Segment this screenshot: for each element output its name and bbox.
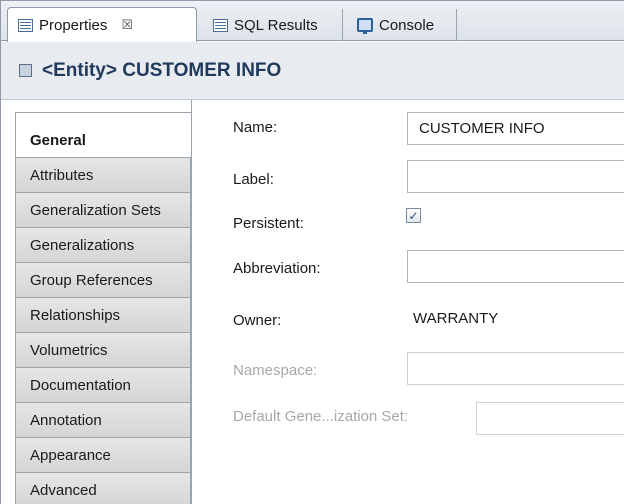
nav-item-generalization-sets[interactable]: Generalization Sets [15, 193, 191, 228]
nav-item-general[interactable]: General [15, 112, 191, 158]
owner-value: WARRANTY [413, 310, 499, 327]
nav-item-group-references[interactable]: Group References [15, 263, 191, 298]
tab-properties-label: Properties [39, 16, 108, 34]
tab-console-label: Console [379, 16, 435, 34]
tab-sql-results[interactable]: SQL Results [203, 9, 343, 41]
nav-item-documentation[interactable]: Documentation [15, 368, 191, 403]
general-properties-form: Name: CUSTOMER INFO Label: Persistent: ✓… [191, 100, 624, 504]
close-tab-icon[interactable]: ☒ [121, 17, 133, 33]
nav-item-appearance[interactable]: Appearance [15, 438, 191, 473]
nav-item-relationships[interactable]: Relationships [15, 298, 191, 333]
default-generalization-set-label: Default Gene...ization Set: [233, 408, 409, 425]
entity-name: CUSTOMER INFO [122, 59, 282, 81]
nav-item-attributes[interactable]: Attributes [15, 158, 191, 193]
name-label: Name: [233, 119, 278, 136]
owner-label: Owner: [233, 312, 282, 329]
nav-item-advanced[interactable]: Advanced [15, 473, 191, 504]
default-generalization-set-field [476, 402, 624, 435]
nav-item-volumetrics[interactable]: Volumetrics [15, 333, 191, 368]
tab-sql-results-label: SQL Results [234, 16, 318, 34]
entity-icon [19, 64, 32, 77]
name-field[interactable]: CUSTOMER INFO [407, 112, 624, 145]
persistent-label: Persistent: [233, 215, 304, 232]
tab-console[interactable]: Console [347, 9, 457, 41]
entity-title-bar: <Entity> CUSTOMER INFO [1, 42, 624, 100]
properties-view: Properties ☒ SQL Results Console <Entity… [0, 0, 624, 504]
nav-item-generalizations[interactable]: Generalizations [15, 228, 191, 263]
page-title: <Entity> CUSTOMER INFO [42, 60, 281, 82]
label-field[interactable] [407, 160, 624, 193]
table-icon [213, 18, 228, 32]
label-label: Label: [233, 171, 274, 188]
namespace-field [407, 352, 624, 385]
nav-item-annotation[interactable]: Annotation [15, 403, 191, 438]
console-icon [357, 18, 373, 34]
namespace-label: Namespace: [233, 362, 318, 379]
entity-kind: <Entity> [42, 59, 117, 81]
abbreviation-field[interactable] [407, 250, 624, 283]
tab-properties[interactable]: Properties ☒ [7, 7, 197, 42]
property-sections-nav: General Attributes Generalization Sets G… [15, 112, 191, 504]
persistent-checkbox[interactable]: ✓ [406, 208, 421, 223]
view-tab-bar: Properties ☒ SQL Results Console [1, 1, 624, 42]
abbreviation-label: Abbreviation: [233, 260, 321, 277]
properties-view-icon [18, 18, 33, 32]
